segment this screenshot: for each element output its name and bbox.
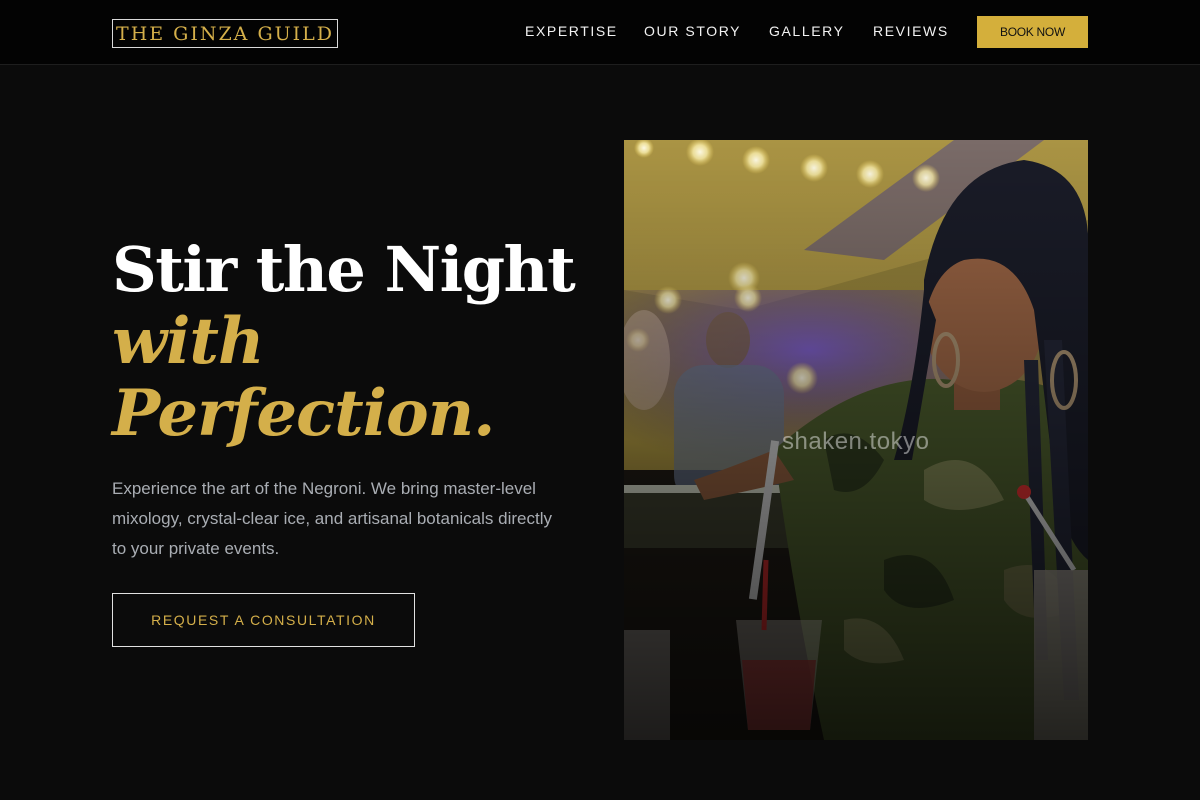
nav-link-expertise[interactable]: EXPERTISE	[525, 22, 618, 40]
hero-photo: shaken.tokyo	[624, 140, 1088, 740]
photo-watermark: shaken.tokyo	[782, 428, 930, 455]
hero-description: Experience the art of the Negroni. We br…	[112, 479, 552, 558]
nav-link-reviews[interactable]: REVIEWS	[873, 22, 949, 40]
nav-link-gallery[interactable]: GALLERY	[769, 22, 845, 40]
request-consultation-button[interactable]: REQUEST A CONSULTATION	[112, 593, 415, 647]
hero-title-line-1: Stir the Night	[112, 233, 576, 306]
site-header: THE GINZA GUILD EXPERTISE OUR STORY GALL…	[0, 0, 1200, 65]
hero-title: Stir the Night with Perfection.	[112, 234, 592, 450]
hero-title-line-2: with	[112, 304, 265, 379]
brand-logo[interactable]: THE GINZA GUILD	[112, 19, 338, 48]
nav-link-our-story[interactable]: OUR STORY	[644, 22, 741, 40]
book-now-button[interactable]: BOOK NOW	[977, 16, 1088, 48]
hero-title-line-3: Perfection.	[112, 376, 495, 451]
